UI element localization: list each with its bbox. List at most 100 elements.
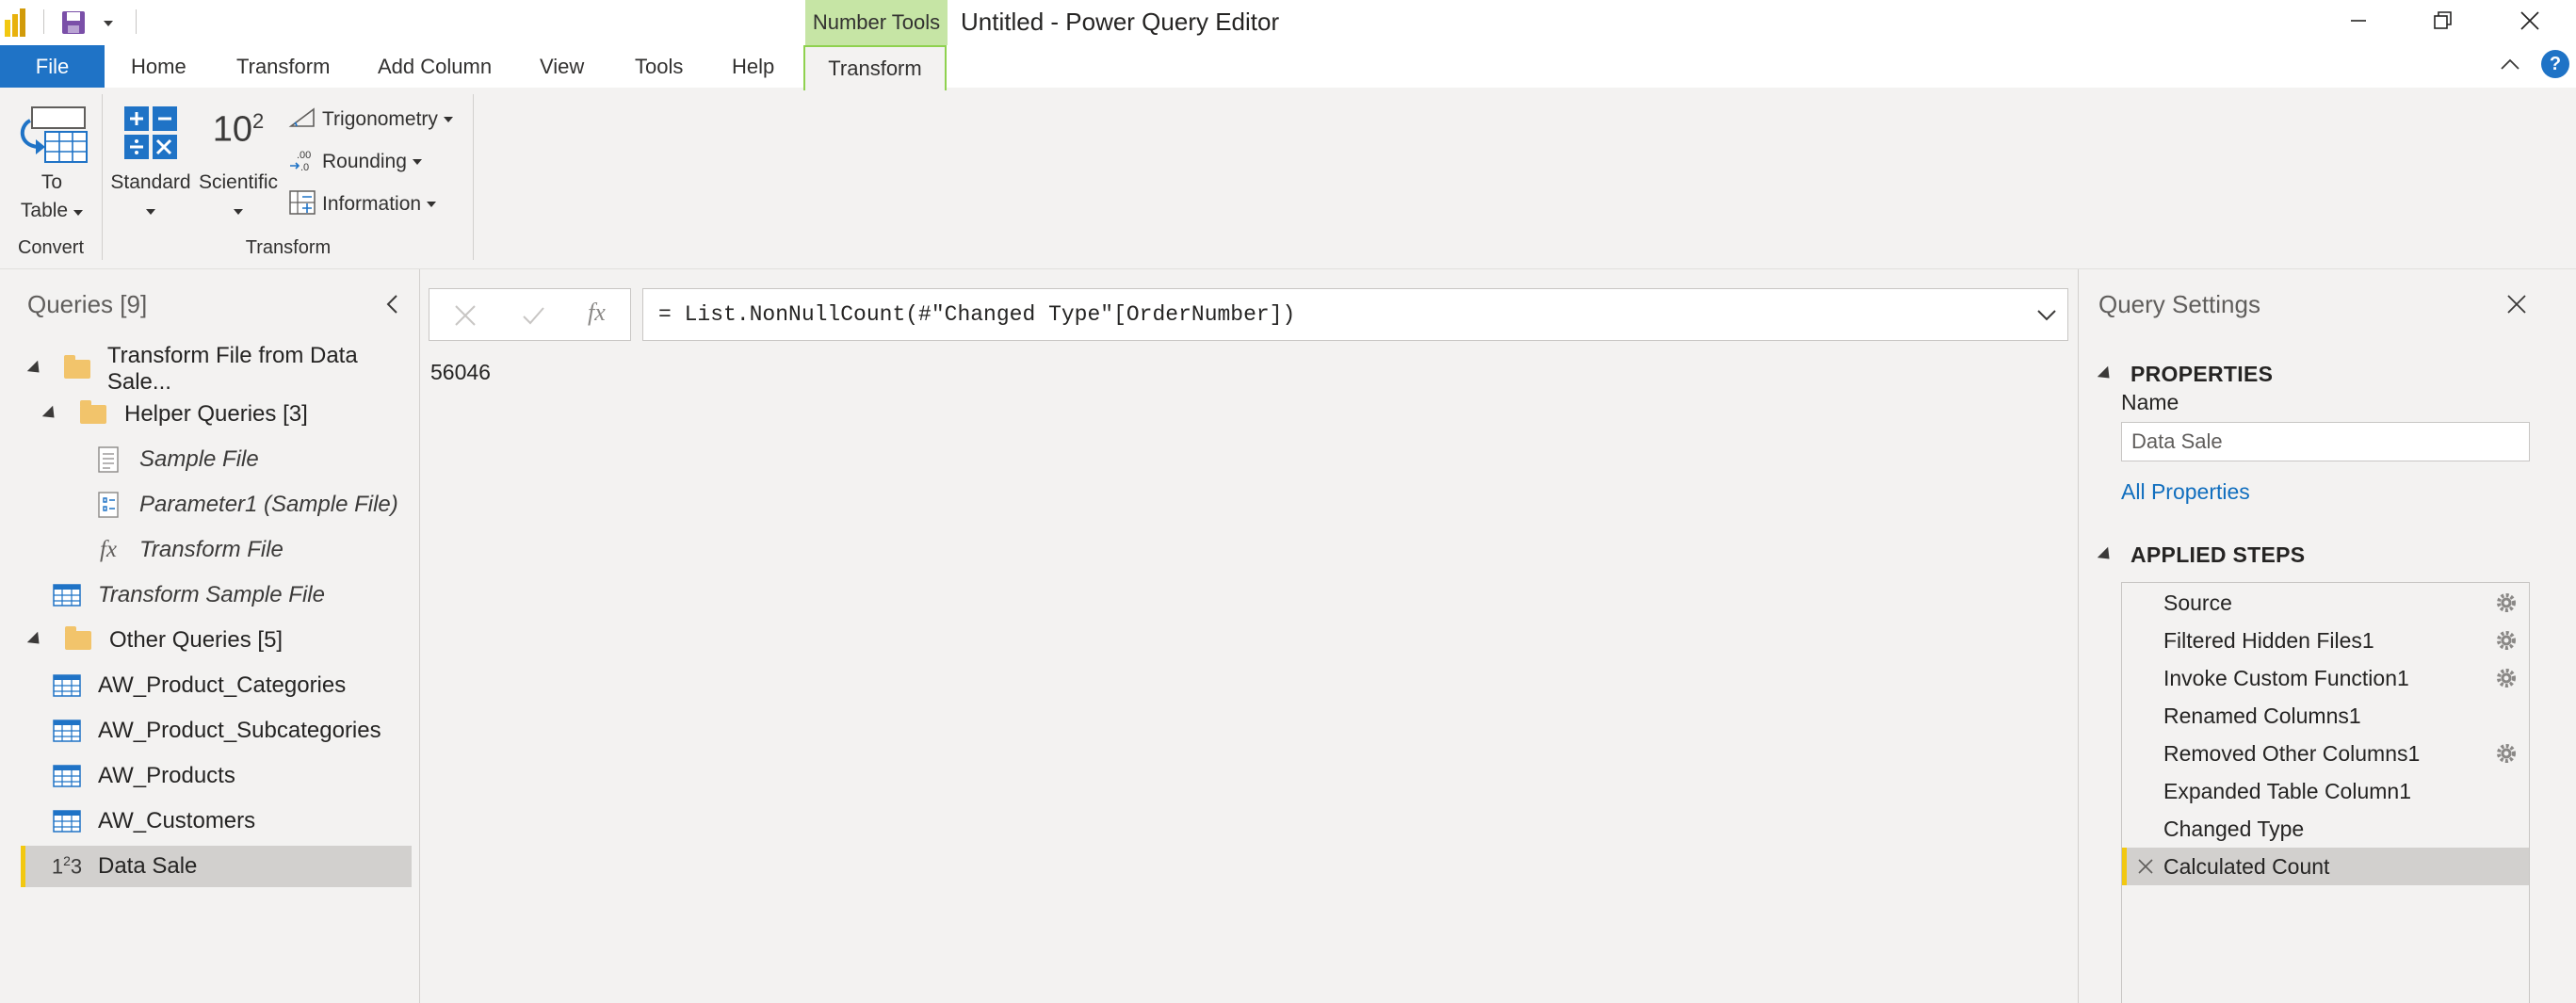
name-label: Name: [2121, 390, 2179, 414]
query-item[interactable]: Parameter1 (Sample File): [21, 484, 412, 526]
trigonometry-button[interactable]: Trigonometry: [288, 104, 453, 136]
close-window-button[interactable]: [2487, 0, 2572, 41]
fx-icon[interactable]: fx: [588, 299, 606, 327]
to-table-button[interactable]: To Table: [9, 102, 94, 229]
properties-section[interactable]: PROPERTIES: [2097, 362, 2273, 387]
customize-quick-access-icon[interactable]: [102, 6, 115, 40]
name-field[interactable]: Data Sale: [2121, 422, 2530, 461]
applied-step[interactable]: Removed Other Columns1: [2122, 735, 2529, 772]
tab-transform[interactable]: Transform: [216, 45, 350, 88]
table-icon: [51, 719, 83, 743]
applied-step-label: Invoke Custom Function1: [2163, 665, 2409, 690]
expand-triangle-icon: [2097, 365, 2115, 383]
applied-step[interactable]: Renamed Columns1: [2122, 697, 2529, 735]
applied-step-label: Filtered Hidden Files1: [2163, 627, 2374, 653]
applied-step[interactable]: Expanded Table Column1: [2122, 772, 2529, 810]
tab-add-column[interactable]: Add Column: [357, 45, 512, 88]
delete-step-icon[interactable]: [2136, 856, 2155, 882]
applied-step-label: Source: [2163, 590, 2232, 615]
expand-triangle-icon[interactable]: [26, 631, 45, 650]
collapse-queries-pane-icon[interactable]: [382, 292, 403, 321]
applied-step[interactable]: Filtered Hidden Files1: [2122, 622, 2529, 659]
save-icon[interactable]: [60, 6, 87, 40]
queries-header: Queries [9]: [27, 290, 148, 318]
data-preview-pane: [420, 269, 2078, 1003]
help-icon[interactable]: ?: [2541, 50, 2569, 78]
applied-step[interactable]: Calculated Count: [2122, 848, 2529, 885]
query-item-label: Transform File from Data Sale...: [106, 343, 358, 395]
tab-help[interactable]: Help: [711, 45, 795, 88]
number-icon: 123: [51, 853, 83, 879]
query-item[interactable]: AW_Product_Subcategories: [21, 710, 412, 752]
folder-icon: [62, 355, 92, 379]
query-item[interactable]: AW_Product_Categories: [21, 665, 412, 706]
query-item[interactable]: Helper Queries [3]: [21, 394, 412, 435]
applied-steps-section[interactable]: APPLIED STEPS: [2097, 542, 2305, 568]
query-item[interactable]: Transform Sample File: [21, 574, 412, 616]
scientific-button[interactable]: 102 Scientific: [196, 104, 281, 221]
close-query-settings-icon[interactable]: [2506, 294, 2527, 319]
title-bar: [0, 0, 2576, 45]
applied-step[interactable]: Invoke Custom Function1: [2122, 659, 2529, 697]
query-item[interactable]: AW_Customers: [21, 801, 412, 842]
query-item-label: AW_Product_Subcategories: [98, 718, 381, 743]
applied-step[interactable]: Changed Type: [2122, 810, 2529, 848]
tab-file[interactable]: File: [0, 45, 105, 88]
minimize-button[interactable]: [2316, 0, 2401, 41]
group-separator: [102, 94, 103, 260]
expand-formula-icon[interactable]: [2035, 304, 2058, 330]
svg-text:.0: .0: [300, 162, 309, 172]
formula-text[interactable]: = List.NonNullCount(#"Changed Type"[Orde…: [658, 302, 1295, 327]
query-item[interactable]: Transform File from Data Sale...: [21, 343, 412, 395]
tab-view[interactable]: View: [519, 45, 605, 88]
restore-button[interactable]: [2401, 0, 2486, 41]
scientific-icon-exponent: 2: [252, 109, 265, 133]
query-item[interactable]: Sample File: [21, 439, 412, 480]
expand-triangle-icon[interactable]: [26, 360, 44, 379]
to-table-label-line1: To: [41, 171, 63, 193]
gear-icon[interactable]: [2495, 667, 2518, 695]
query-item[interactable]: AW_Products: [21, 755, 412, 797]
query-item-label: AW_Customers: [98, 808, 256, 833]
result-value: 56046: [430, 360, 491, 384]
gear-icon[interactable]: [2495, 742, 2518, 770]
tab-number-tools-transform[interactable]: Transform: [803, 45, 947, 90]
chevron-down-icon: [427, 202, 437, 207]
query-item-label: Sample File: [139, 446, 259, 472]
trigonometry-label: Trigonometry: [322, 108, 438, 130]
cancel-formula-icon[interactable]: [452, 302, 478, 333]
query-item-label: AW_Product_Categories: [98, 672, 347, 698]
toolbar-divider: [136, 9, 137, 34]
folder-icon: [62, 626, 94, 650]
expand-triangle-icon[interactable]: [41, 405, 60, 424]
rounding-icon: .00.0: [288, 148, 316, 177]
query-item[interactable]: 123 Data Sale: [21, 846, 412, 887]
chevron-down-icon: [412, 159, 422, 165]
scientific-dropdown: [196, 203, 281, 220]
rounding-button[interactable]: .00.0 Rounding: [288, 146, 422, 178]
chevron-down-icon: [443, 117, 453, 122]
applied-step[interactable]: Source: [2122, 584, 2529, 622]
query-item[interactable]: Other Queries [5]: [21, 620, 412, 661]
all-properties-link[interactable]: All Properties: [2121, 479, 2250, 505]
standard-label: Standard: [110, 171, 191, 193]
power-bi-logo-icon: [4, 6, 28, 40]
standard-button[interactable]: Standard: [109, 104, 192, 221]
chevron-down-icon: [146, 208, 155, 215]
function-icon: fx: [99, 537, 118, 562]
information-button[interactable]: Information: [288, 188, 437, 220]
information-icon: [288, 189, 316, 220]
tab-home[interactable]: Home: [110, 45, 207, 88]
table-icon: [51, 809, 83, 833]
commit-formula-icon[interactable]: [520, 302, 546, 333]
tab-tools[interactable]: Tools: [614, 45, 704, 88]
collapse-ribbon-icon[interactable]: [2498, 53, 2522, 82]
query-item-label: Data Sale: [98, 853, 198, 879]
gear-icon[interactable]: [2495, 629, 2518, 657]
group-separator: [473, 94, 474, 260]
formula-buttons: fx: [429, 288, 631, 341]
query-item[interactable]: fx Transform File: [21, 529, 412, 571]
query-item-label: AW_Products: [98, 763, 235, 788]
formula-bar[interactable]: = List.NonNullCount(#"Changed Type"[Orde…: [642, 288, 2068, 341]
gear-icon[interactable]: [2495, 591, 2518, 620]
